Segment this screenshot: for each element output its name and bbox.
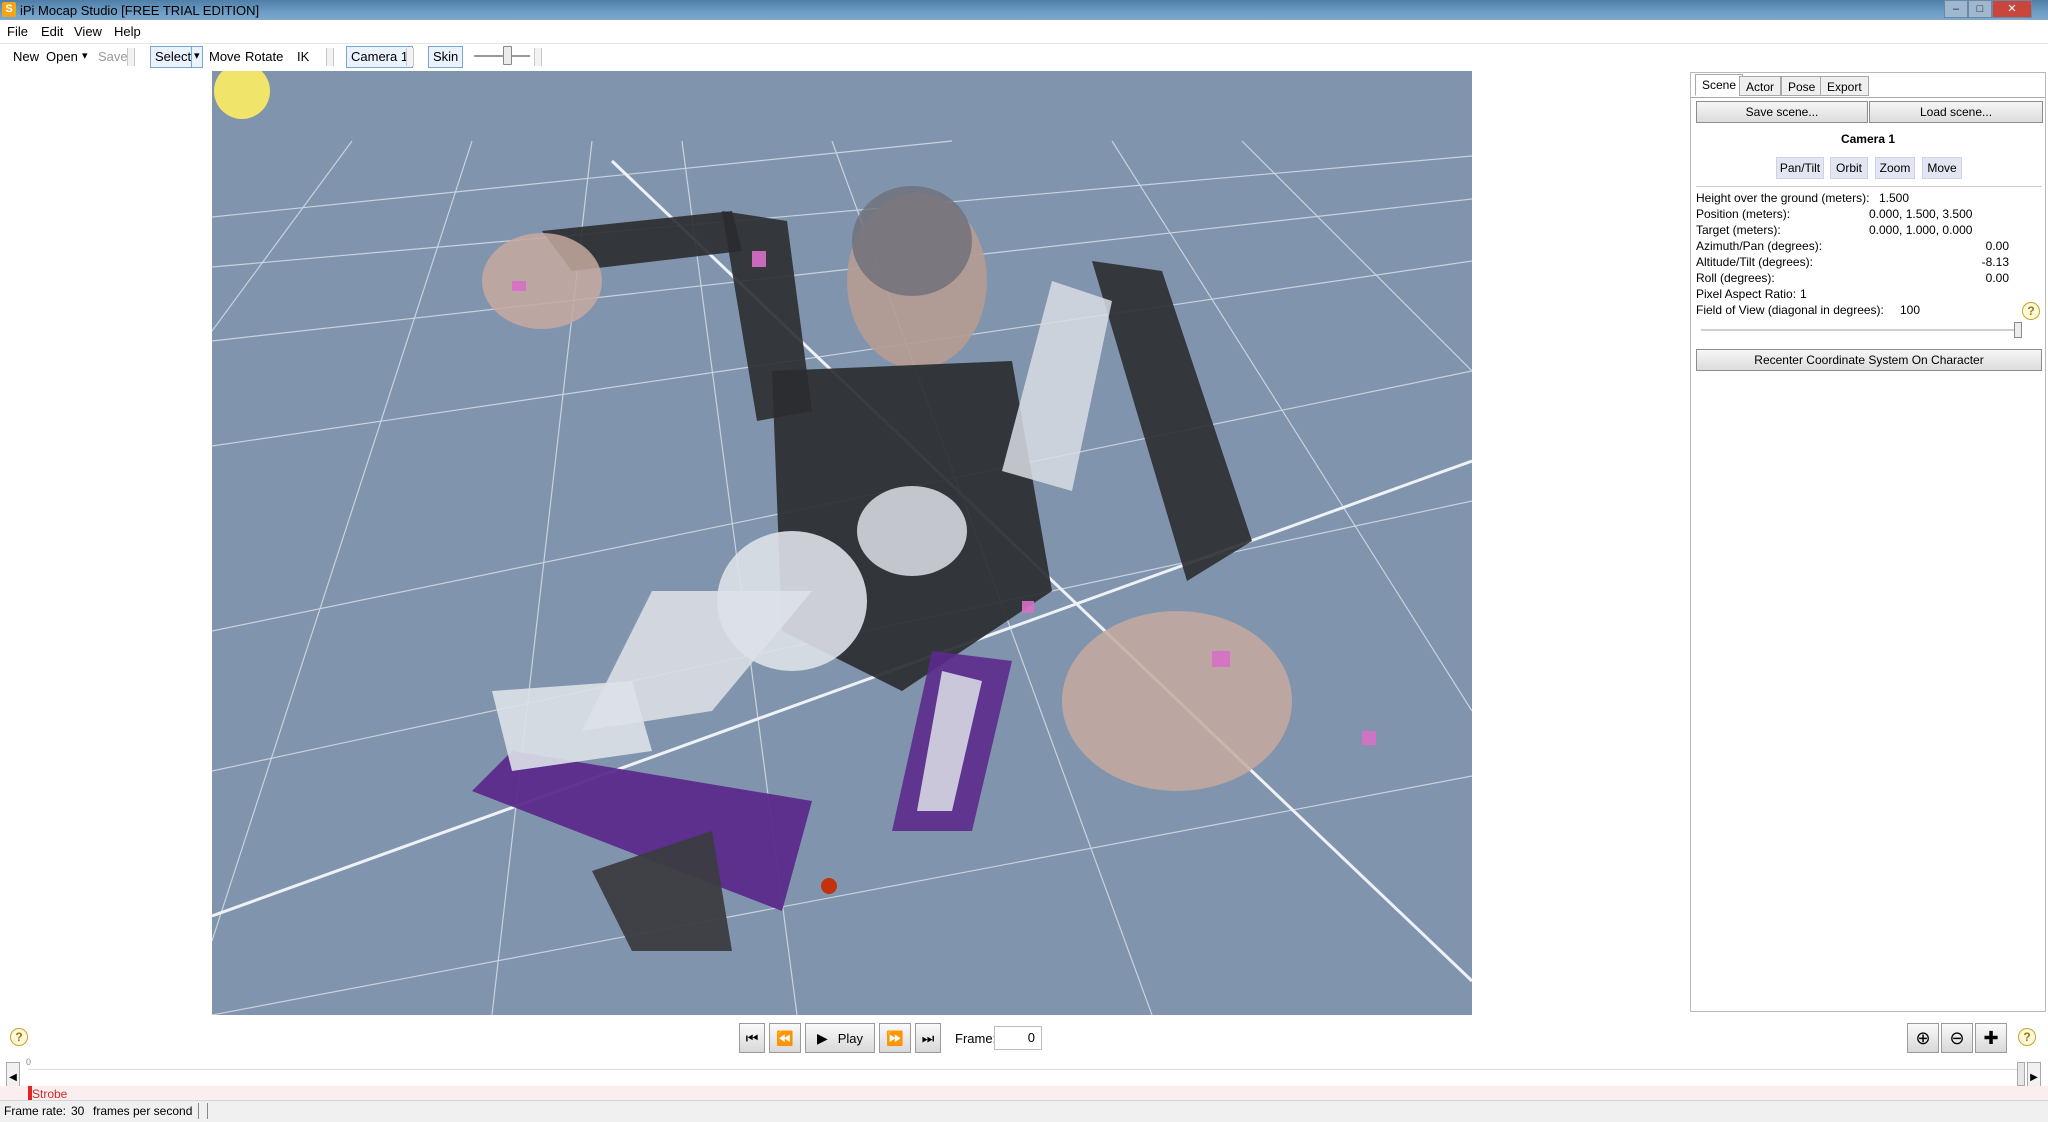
- rotate-button[interactable]: Rotate: [245, 49, 283, 64]
- tab-divider: [1691, 97, 2045, 98]
- strobe-label: Strobe: [32, 1087, 68, 1101]
- scene-panel: Scene Actor Pose Export Save scene... Lo…: [1690, 72, 2046, 1012]
- toolbar-grip[interactable]: [127, 48, 135, 66]
- title-bar: S iPi Mocap Studio [FREE TRIAL EDITION] …: [0, 0, 2048, 20]
- timeline-zoom-out-button[interactable]: ⊖: [1941, 1023, 1973, 1053]
- target-marker-icon: [821, 878, 837, 894]
- tab-actor[interactable]: Actor: [1739, 76, 1782, 96]
- load-scene-button[interactable]: Load scene...: [1869, 101, 2043, 123]
- menu-edit[interactable]: Edit: [41, 24, 63, 39]
- ik-button[interactable]: IK: [297, 49, 309, 64]
- help-icon[interactable]: ?: [10, 1028, 28, 1046]
- save-button[interactable]: Save: [98, 49, 128, 64]
- altitude-value[interactable]: -8.13: [1969, 255, 2009, 269]
- menu-help[interactable]: Help: [114, 24, 141, 39]
- help-icon[interactable]: ?: [2022, 302, 2040, 320]
- last-frame-button[interactable]: ⏭: [915, 1023, 941, 1053]
- height-value[interactable]: 1.500: [1879, 191, 1909, 205]
- 3d-viewport[interactable]: [212, 71, 1472, 1015]
- help-icon[interactable]: ?: [2018, 1028, 2036, 1046]
- roll-label: Roll (degrees):: [1696, 271, 1775, 285]
- fov-value[interactable]: 100: [1900, 303, 1920, 317]
- new-button[interactable]: New: [13, 49, 39, 64]
- panel-divider: [1696, 186, 2042, 187]
- frame-label: Frame:: [955, 1031, 997, 1046]
- move-camera-button[interactable]: Move: [1922, 157, 1962, 179]
- timeline-scroll-thumb[interactable]: [2017, 1062, 2025, 1086]
- select-button[interactable]: Select: [150, 46, 197, 68]
- frame-rate-label: Frame rate:: [4, 1104, 67, 1118]
- altitude-label: Altitude/Tilt (degrees):: [1696, 255, 1813, 269]
- play-icon: ▶: [817, 1030, 828, 1046]
- scene-render: [212, 71, 1472, 1015]
- app-icon: S: [2, 2, 16, 17]
- fov-slider-track[interactable]: [1701, 329, 2021, 331]
- open-button[interactable]: Open: [46, 49, 78, 64]
- frame-input[interactable]: 0: [994, 1026, 1042, 1050]
- previous-frame-button[interactable]: ⏪: [769, 1023, 801, 1053]
- tab-pose[interactable]: Pose: [1781, 76, 1823, 96]
- maximize-button[interactable]: □: [1968, 0, 1992, 18]
- skin-toggle[interactable]: Skin: [428, 46, 464, 68]
- status-bar: [0, 1100, 2048, 1122]
- scene-light-icon: [214, 71, 270, 119]
- open-dropdown-icon[interactable]: ▾: [82, 49, 88, 62]
- menu-bar: File Edit View Help: [0, 20, 2048, 44]
- actor-model: [472, 186, 1376, 951]
- play-button[interactable]: ▶ Play: [805, 1023, 875, 1053]
- window-title: iPi Mocap Studio [FREE TRIAL EDITION]: [20, 3, 260, 18]
- menu-view[interactable]: View: [74, 24, 102, 39]
- fov-slider-thumb[interactable]: [2014, 322, 2022, 338]
- tab-export[interactable]: Export: [1820, 76, 1869, 96]
- fov-label: Field of View (diagonal in degrees):: [1696, 303, 1884, 317]
- position-label: Position (meters):: [1696, 207, 1791, 221]
- skin-opacity-slider-track[interactable]: [474, 55, 530, 57]
- strobe-track[interactable]: [0, 1086, 2048, 1100]
- frame-rate-value[interactable]: 30: [71, 1104, 84, 1118]
- position-value[interactable]: 0.000, 1.500, 3.500: [1869, 207, 1972, 221]
- menu-file[interactable]: File: [7, 24, 28, 39]
- frame-rate-unit: frames per second: [93, 1104, 193, 1118]
- next-frame-button[interactable]: ⏩: [879, 1023, 911, 1053]
- height-label: Height over the ground (meters):: [1696, 191, 1870, 205]
- minimize-button[interactable]: –: [1944, 0, 1968, 18]
- aspect-value[interactable]: 1: [1800, 287, 1807, 301]
- toolbar-grip[interactable]: [534, 48, 542, 66]
- status-separator: [198, 1103, 199, 1119]
- aspect-label: Pixel Aspect Ratio:: [1696, 287, 1797, 301]
- timeline-zoom-in-button[interactable]: ⊕: [1907, 1023, 1939, 1053]
- status-separator: [207, 1103, 208, 1119]
- target-value[interactable]: 0.000, 1.000, 0.000: [1869, 223, 1972, 237]
- first-frame-button[interactable]: ⏮: [739, 1023, 765, 1053]
- tab-scene[interactable]: Scene: [1695, 74, 1744, 96]
- play-label: Play: [837, 1031, 863, 1046]
- azimuth-label: Azimuth/Pan (degrees):: [1696, 239, 1823, 253]
- save-scene-button[interactable]: Save scene...: [1696, 101, 1868, 123]
- zoom-button[interactable]: Zoom: [1875, 157, 1915, 179]
- camera-title: Camera 1: [1840, 132, 1896, 146]
- toolbar: New Open ▾ Save Select ▾ Move Rotate IK …: [0, 44, 2048, 70]
- toolbar-grip[interactable]: [406, 48, 414, 66]
- recenter-button[interactable]: Recenter Coordinate System On Character: [1696, 349, 2042, 371]
- azimuth-value[interactable]: 0.00: [1969, 239, 2009, 253]
- timeline-track[interactable]: [28, 1069, 2018, 1087]
- toolbar-grip[interactable]: [326, 48, 334, 66]
- move-button[interactable]: Move: [209, 49, 241, 64]
- skin-opacity-slider-thumb[interactable]: [503, 46, 512, 65]
- timeline-zero-tick: 0: [26, 1057, 32, 1067]
- roll-value[interactable]: 0.00: [1969, 271, 2009, 285]
- pan-tilt-button[interactable]: Pan/Tilt: [1776, 157, 1824, 179]
- close-button[interactable]: ✕: [1992, 0, 2032, 18]
- timeline-fit-button[interactable]: ✚: [1975, 1023, 2007, 1053]
- select-dropdown-icon[interactable]: ▾: [191, 46, 203, 68]
- orbit-button[interactable]: Orbit: [1830, 157, 1868, 179]
- camera-selector[interactable]: Camera 1: [346, 46, 414, 68]
- target-label: Target (meters):: [1696, 223, 1781, 237]
